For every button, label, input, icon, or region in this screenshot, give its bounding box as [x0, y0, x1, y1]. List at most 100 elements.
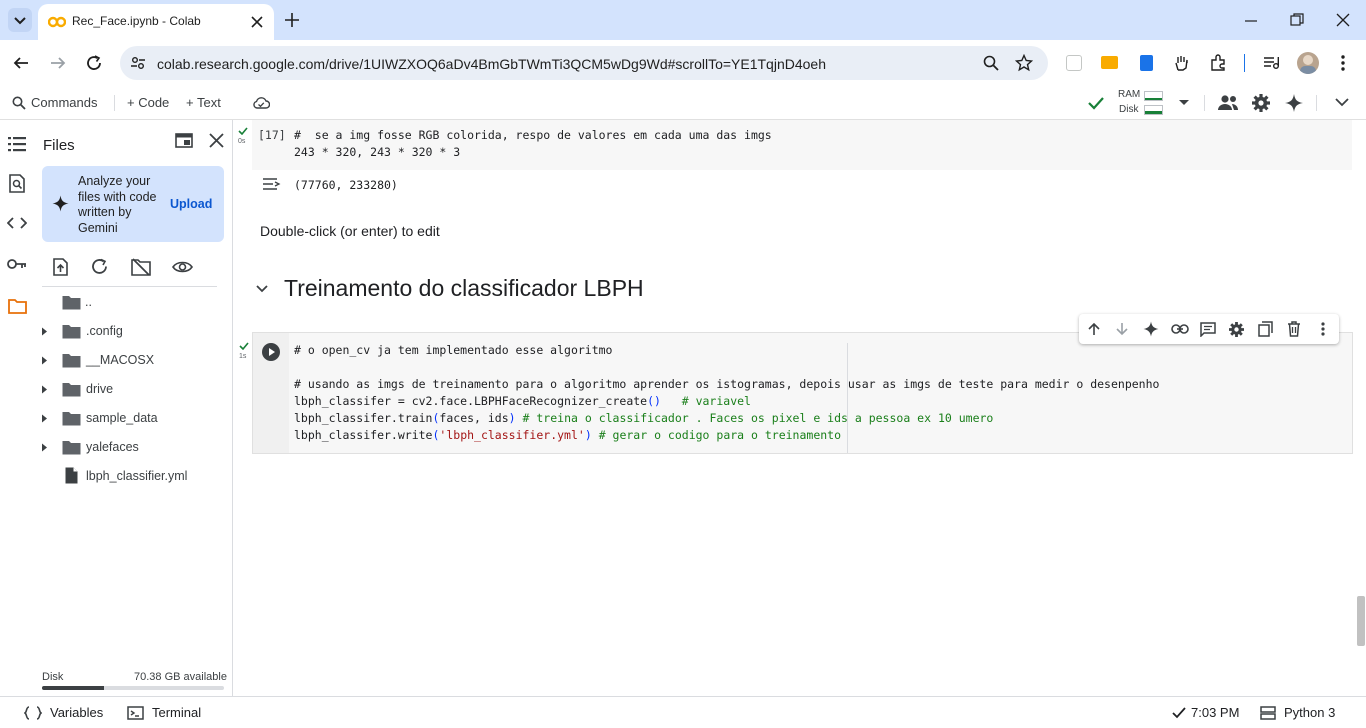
variables-label: Variables: [50, 705, 104, 720]
extension-docs-icon[interactable]: [1140, 55, 1153, 71]
cell-exec-time: 0s: [238, 138, 246, 145]
file-tree-folder[interactable]: drive: [34, 375, 233, 403]
code-comment: # variavel: [660, 394, 751, 408]
folder-icon: [62, 296, 81, 310]
expand-arrow-icon[interactable]: [41, 385, 48, 394]
show-hidden-eye-icon[interactable]: [172, 260, 193, 274]
close-window-icon[interactable]: [1336, 13, 1350, 27]
file-tree-folder[interactable]: ..: [34, 288, 233, 316]
upload-file-icon[interactable]: [53, 258, 68, 276]
back-icon[interactable]: [12, 54, 30, 72]
file-tree-label: .config: [86, 324, 123, 338]
expand-arrow-icon[interactable]: [41, 443, 48, 452]
expand-arrow-icon[interactable]: [41, 414, 48, 423]
gemini-prompt-text: Analyze your files with code written by …: [78, 174, 157, 235]
new-tab-icon[interactable]: [284, 12, 300, 28]
refresh-icon[interactable]: [91, 258, 108, 275]
code-snippets-icon[interactable]: [7, 216, 27, 230]
extension-hand-icon[interactable]: [1173, 54, 1190, 72]
more-options-icon[interactable]: [1319, 321, 1327, 337]
comment-icon[interactable]: [1200, 322, 1216, 337]
share-people-icon[interactable]: [1217, 94, 1239, 111]
files-panel-title: Files: [43, 137, 75, 154]
code-comment: # gerar o codigo para o treinamento: [591, 428, 842, 442]
mirror-cell-icon[interactable]: [1258, 321, 1273, 337]
url-text: colab.research.google.com/drive/1UIWZXOQ…: [157, 56, 826, 72]
reload-icon[interactable]: [85, 54, 103, 72]
omnibox[interactable]: colab.research.google.com/drive/1UIWZXOQ…: [120, 46, 1048, 80]
minimize-icon[interactable]: [1244, 14, 1258, 28]
media-control-icon[interactable]: [1263, 55, 1280, 70]
close-panel-icon[interactable]: [209, 133, 224, 148]
move-up-icon[interactable]: [1087, 322, 1101, 336]
cell-exec-count: [17]: [258, 128, 286, 142]
file-tree-file[interactable]: lbph_classifier.yml: [34, 462, 233, 490]
extension-folder-icon[interactable]: [1101, 56, 1118, 69]
secrets-key-icon[interactable]: [7, 258, 27, 270]
bookmark-star-icon[interactable]: [1015, 54, 1033, 72]
unmount-drive-icon[interactable]: [131, 258, 151, 276]
code-cell-17[interactable]: 0s [17] # se a img fosse RGB colorida, r…: [238, 120, 1352, 170]
extension-grid-icon[interactable]: [1066, 55, 1082, 71]
file-tree-folder[interactable]: __MACOSX: [34, 346, 233, 374]
files-rail-button[interactable]: [0, 290, 34, 322]
expand-arrow-icon[interactable]: [41, 327, 48, 336]
code-cell-train[interactable]: 1s # o open_cv ja tem implementado esse …: [239, 332, 1353, 454]
file-icon: [65, 467, 78, 484]
terminal-label: Terminal: [152, 705, 202, 720]
commands-button[interactable]: Commands: [0, 86, 105, 120]
restore-icon[interactable]: [1290, 13, 1304, 27]
tab-search-button[interactable]: [8, 8, 32, 32]
link-icon[interactable]: [1171, 323, 1189, 335]
site-info-icon[interactable]: [130, 55, 146, 71]
extensions-puzzle-icon[interactable]: [1210, 54, 1227, 71]
settings-gear-icon[interactable]: [1251, 93, 1271, 113]
file-tree-folder[interactable]: sample_data: [34, 404, 233, 432]
upload-button[interactable]: Upload: [170, 197, 212, 211]
code-string: 'lbph_classifier.yml': [439, 428, 585, 442]
browser-menu-icon[interactable]: [1336, 54, 1350, 72]
variables-button[interactable]: Variables: [24, 697, 116, 728]
empty-text-cell[interactable]: Double-click (or enter) to edit: [260, 223, 440, 239]
terminal-button[interactable]: Terminal: [127, 697, 217, 728]
runtime-server-icon: [1260, 706, 1276, 720]
add-text-button[interactable]: + Text: [186, 95, 221, 110]
profile-avatar[interactable]: [1297, 52, 1319, 74]
execution-status[interactable]: 7:03 PM: [1172, 697, 1252, 728]
find-replace-icon[interactable]: [8, 174, 26, 193]
close-tab-icon[interactable]: [250, 15, 264, 29]
gemini-sparkle-icon[interactable]: [1143, 321, 1159, 337]
files-panel: Files Analyze your files with code writt…: [34, 120, 233, 696]
address-bar-row: colab.research.google.com/drive/1UIWZXOQ…: [0, 40, 1366, 86]
browser-tab[interactable]: Rec_Face.ipynb - Colab: [38, 4, 274, 40]
collapse-section-chevron-icon[interactable]: [256, 284, 268, 294]
toolbar-divider: [1204, 95, 1205, 111]
file-tree-label: drive: [86, 382, 114, 396]
ram-label: RAM: [1118, 89, 1141, 100]
run-cell-icon[interactable]: [261, 342, 281, 362]
colab-logo-icon: [48, 16, 66, 28]
expand-arrow-icon[interactable]: [41, 356, 48, 365]
forward-icon[interactable]: [49, 54, 67, 72]
zoom-icon[interactable]: [983, 55, 999, 71]
panel-divider: [42, 286, 217, 287]
file-tree-folder[interactable]: yalefaces: [34, 433, 233, 461]
add-code-button[interactable]: + Code: [127, 95, 169, 110]
disk-usage-label: Disk: [1119, 104, 1139, 115]
open-in-tab-icon[interactable]: [175, 133, 193, 148]
notebook-scrollbar[interactable]: [1357, 596, 1365, 646]
dropdown-arrow-icon[interactable]: [1178, 99, 1190, 107]
delete-trash-icon[interactable]: [1287, 321, 1301, 337]
table-of-contents-icon[interactable]: [8, 136, 26, 152]
resources-indicator[interactable]: RAM Disk: [1113, 88, 1195, 118]
drive-cloud-icon[interactable]: [252, 96, 270, 110]
collapse-header-chevron-icon[interactable]: [1335, 97, 1349, 107]
code-text: lbph_classifer = cv2.face.LBPHFaceRecogn…: [294, 394, 648, 408]
cell-settings-gear-icon[interactable]: [1228, 321, 1245, 338]
file-tree-folder[interactable]: .config: [34, 317, 233, 345]
move-down-icon[interactable]: [1115, 322, 1129, 336]
execution-time: 7:03 PM: [1191, 705, 1240, 720]
runtime-button[interactable]: Python 3: [1260, 697, 1350, 728]
gemini-sparkle-icon[interactable]: [1284, 93, 1304, 113]
output-actions-icon[interactable]: [261, 177, 281, 193]
